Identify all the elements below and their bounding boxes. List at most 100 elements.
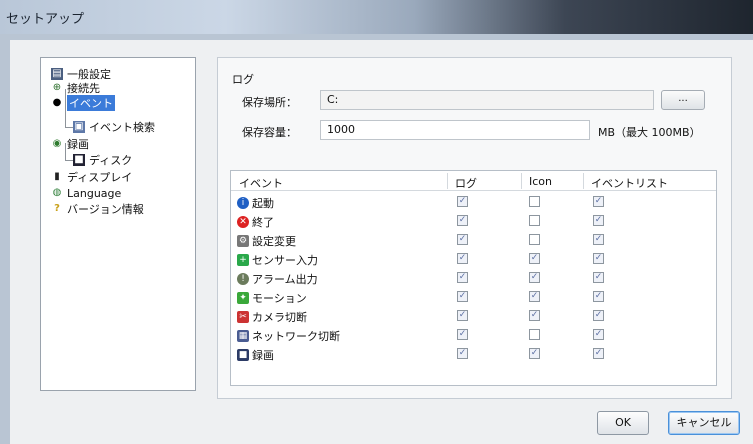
icon-checkbox[interactable] [529, 329, 540, 340]
event-table[interactable]: イベント ログ Icon イベントリスト ⅰ 起動 ✓ ✓ ✕ 終了 ✓ ✓ ⚙ 設定変更 ✓ ✓ + セ… [230, 170, 717, 386]
icon-checkbox[interactable] [529, 215, 540, 226]
table-row[interactable]: + センサー入力 ✓ ✓ ✓ [231, 250, 716, 269]
event-list-checkbox[interactable]: ✓ [593, 196, 604, 207]
motion-icon: ✦ [237, 292, 249, 304]
event-cell: ■ 録画 [237, 347, 274, 363]
icon-checkbox[interactable]: ✓ [529, 310, 540, 321]
general-settings-icon: ▤ [51, 68, 63, 80]
tree-item-label: ディスク [89, 154, 133, 167]
sensor-input-icon: + [237, 254, 249, 266]
table-row[interactable]: ⅰ 起動 ✓ ✓ [231, 193, 716, 212]
log-checkbox[interactable]: ✓ [457, 291, 468, 302]
tree-item-display[interactable]: ▮ ディスプレイ [51, 169, 132, 185]
start-icon: ⅰ [237, 197, 249, 209]
event-name: 終了 [252, 216, 274, 229]
icon-checkbox[interactable]: ✓ [529, 348, 540, 359]
column-divider [447, 173, 448, 189]
event-name: 起動 [252, 197, 274, 210]
log-checkbox[interactable]: ✓ [457, 215, 468, 226]
table-row[interactable]: ✕ 終了 ✓ ✓ [231, 212, 716, 231]
table-row[interactable]: ▦ ネットワーク切断 ✓ ✓ [231, 326, 716, 345]
tree-item-recording[interactable]: ◉ 録画 [51, 136, 89, 152]
recording-icon: ◉ [52, 138, 62, 149]
alarm-output-icon: ! [237, 273, 249, 285]
event-list-checkbox[interactable]: ✓ [593, 215, 604, 226]
capacity-label: 保存容量： [242, 126, 297, 139]
event-list-checkbox[interactable]: ✓ [593, 234, 604, 245]
tree-item-label: 接続先 [67, 82, 100, 95]
network-disconnect-icon: ▦ [237, 330, 249, 342]
event-search-icon: ▣ [73, 121, 85, 133]
table-row[interactable]: ! アラーム出力 ✓ ✓ ✓ [231, 269, 716, 288]
tree-connector [65, 160, 73, 161]
language-icon: ◍ [52, 187, 62, 198]
event-cell: ✕ 終了 [237, 214, 274, 230]
version-info-icon: ? [54, 203, 60, 214]
title-bar: セットアップ [0, 0, 753, 34]
table-row[interactable]: ⚙ 設定変更 ✓ ✓ [231, 231, 716, 250]
browse-button[interactable]: ... [661, 90, 705, 110]
event-name: センサー入力 [252, 254, 318, 267]
tree-item-event[interactable]: ● イベント [51, 95, 115, 111]
settings-tree[interactable]: ▤ 一般設定 ⊕ 接続先 ● イベント ▣ イベント検索 ◉ 録画 ■ ディスク… [40, 57, 196, 391]
tree-item-event-search[interactable]: ▣ イベント検索 [73, 119, 155, 135]
tree-item-label: バージョン情報 [67, 203, 144, 216]
event-list-checkbox[interactable]: ✓ [593, 310, 604, 321]
connection-icon: ⊕ [52, 82, 62, 93]
column-header-event-list[interactable]: イベントリスト [591, 175, 668, 191]
ok-button[interactable]: OK [597, 411, 649, 435]
tree-item-disk[interactable]: ■ ディスク [73, 152, 132, 168]
icon-checkbox[interactable]: ✓ [529, 253, 540, 264]
log-checkbox[interactable]: ✓ [457, 253, 468, 264]
event-name: 録画 [252, 349, 274, 362]
column-header-log[interactable]: ログ [455, 175, 477, 191]
save-location-label: 保存場所： [242, 96, 297, 109]
log-checkbox[interactable]: ✓ [457, 272, 468, 283]
table-row[interactable]: ■ 録画 ✓ ✓ ✓ [231, 345, 716, 364]
window-title: セットアップ [6, 12, 85, 27]
event-name: 設定変更 [252, 235, 296, 248]
event-list-checkbox[interactable]: ✓ [593, 329, 604, 340]
event-list-checkbox[interactable]: ✓ [593, 291, 604, 302]
tree-connector [65, 127, 73, 128]
icon-checkbox[interactable]: ✓ [529, 291, 540, 302]
table-row[interactable]: ✂ カメラ切断 ✓ ✓ ✓ [231, 307, 716, 326]
icon-checkbox[interactable]: ✓ [529, 272, 540, 283]
record-icon: ■ [237, 349, 249, 361]
capacity-input[interactable]: 1000 [320, 120, 590, 140]
tree-item-connection[interactable]: ⊕ 接続先 [51, 80, 100, 96]
log-checkbox[interactable]: ✓ [457, 329, 468, 340]
camera-disconnect-icon: ✂ [237, 311, 249, 323]
tree-item-label: 録画 [67, 138, 89, 151]
tree-item-language[interactable]: ◍ Language [51, 185, 122, 201]
event-list-checkbox[interactable]: ✓ [593, 253, 604, 264]
icon-checkbox[interactable] [529, 234, 540, 245]
display-icon: ▮ [54, 171, 60, 182]
event-icon: ● [52, 97, 62, 108]
log-checkbox[interactable]: ✓ [457, 196, 468, 207]
tree-item-label: イベント検索 [89, 121, 155, 134]
tree-item-label: Language [67, 186, 122, 200]
event-cell: ! アラーム出力 [237, 271, 318, 287]
log-group-title: ログ [232, 73, 254, 86]
event-list-checkbox[interactable]: ✓ [593, 348, 604, 359]
event-name: モーション [252, 292, 307, 305]
log-checkbox[interactable]: ✓ [457, 234, 468, 245]
column-header-icon[interactable]: Icon [529, 175, 552, 188]
tree-item-label: イベント [67, 95, 115, 111]
table-row[interactable]: ✦ モーション ✓ ✓ ✓ [231, 288, 716, 307]
event-cell: ✦ モーション [237, 290, 307, 306]
event-list-checkbox[interactable]: ✓ [593, 272, 604, 283]
event-cell: ⚙ 設定変更 [237, 233, 296, 249]
disk-icon: ■ [73, 154, 85, 166]
save-location-field[interactable]: C: [320, 90, 654, 110]
event-name: カメラ切断 [252, 311, 307, 324]
log-checkbox[interactable]: ✓ [457, 348, 468, 359]
tree-item-version-info[interactable]: ? バージョン情報 [51, 201, 144, 217]
cancel-button[interactable]: キャンセル [668, 411, 740, 435]
capacity-unit: MB（最大 100MB） [598, 126, 701, 139]
icon-checkbox[interactable] [529, 196, 540, 207]
log-checkbox[interactable]: ✓ [457, 310, 468, 321]
column-header-event[interactable]: イベント [239, 175, 283, 191]
column-divider [521, 173, 522, 189]
